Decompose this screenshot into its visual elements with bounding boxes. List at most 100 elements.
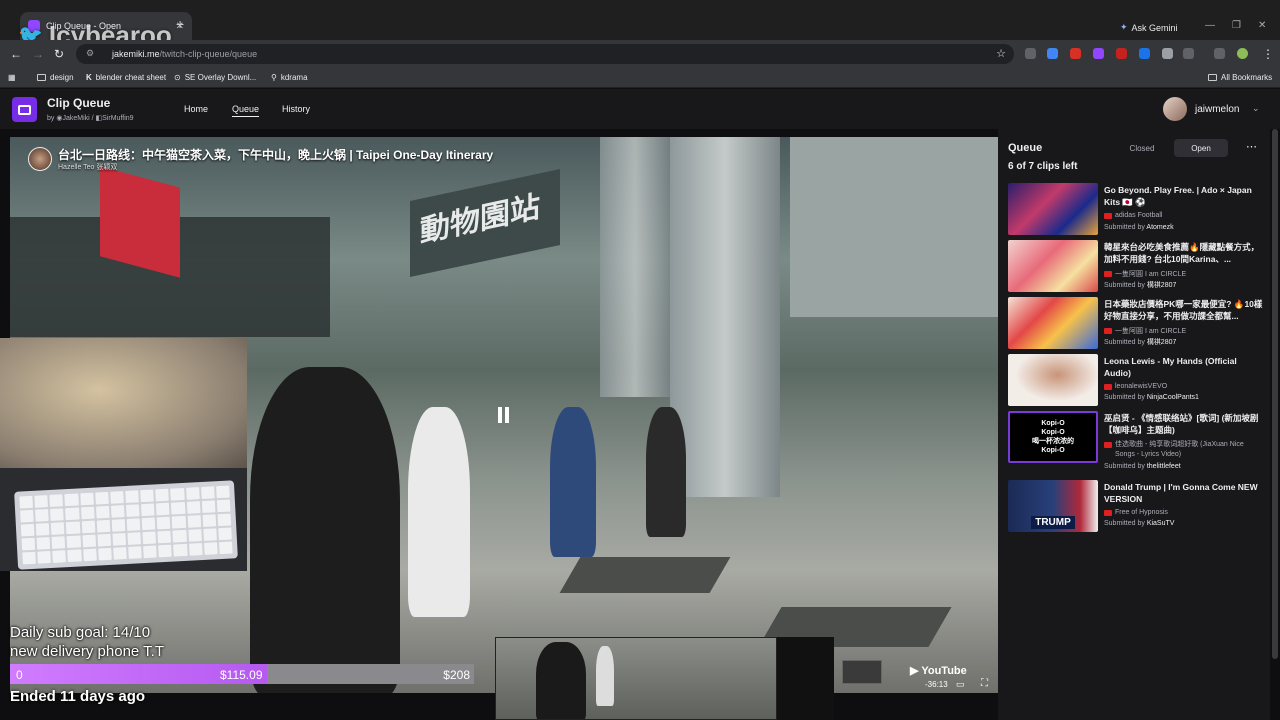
youtube-icon <box>1104 271 1112 277</box>
extensions-puzzle-icon[interactable] <box>1183 48 1194 59</box>
nav-home[interactable]: Home <box>184 104 208 114</box>
nav-queue[interactable]: Queue <box>232 104 260 117</box>
fullscreen-icon[interactable]: ⛶ <box>981 678 988 689</box>
pause-icon[interactable] <box>498 407 509 423</box>
user-avatar[interactable] <box>1163 97 1187 121</box>
sub-goal-line: new delivery phone T.T <box>10 643 164 660</box>
youtube-play-icon: ▶ <box>910 665 919 677</box>
clip-channel-name: 一隻阿圓 I am CIRCLE <box>1115 271 1187 278</box>
minimize-icon[interactable]: — <box>1205 20 1215 31</box>
queue-clip[interactable]: 日本藥妝店價格PK哪一家最便宜? 🔥10樣好物直接分享，不用做功課全都幫... … <box>1008 297 1268 351</box>
extension-icon[interactable] <box>1070 48 1081 59</box>
author-link[interactable]: SirMuffin9 <box>102 115 133 122</box>
page-scrollbar[interactable] <box>1270 129 1280 720</box>
queue-clip[interactable]: 韓星來台必吃美食推薦🔥隱藏點餐方式，加料不用錢? 台北10間Karina、...… <box>1008 240 1268 294</box>
folder-icon <box>37 74 46 81</box>
reload-icon[interactable]: ↻ <box>54 47 64 61</box>
channel-avatar[interactable] <box>28 147 52 171</box>
extension-icon[interactable] <box>1116 48 1127 59</box>
clip-thumbnail <box>1008 297 1098 349</box>
goal-progress-bar: 0 $115.09 $208 <box>10 664 474 684</box>
extension-icon[interactable] <box>1162 48 1173 59</box>
clip-channel-name: leonalewisVEVO <box>1115 383 1168 390</box>
author-link[interactable]: JakeMiki <box>62 115 89 122</box>
bookmark-label: design <box>50 73 74 82</box>
clip-submitter: Submitted by 構祺2807 <box>1104 337 1176 347</box>
bookmark-se-overlay[interactable]: ⊙ SE Overlay Downl... <box>174 73 256 82</box>
clip-submitter: Submitted by KiaSuTV <box>1104 520 1174 527</box>
clip-title: 日本藥妝店價格PK哪一家最便宜? 🔥10樣好物直接分享，不用做功課全都幫... <box>1104 299 1263 321</box>
new-tab-icon[interactable]: + <box>176 16 184 32</box>
clip-title: Donald Trump | I'm Gonna Come NEW VERSIO… <box>1104 482 1258 504</box>
bookmark-design[interactable]: design <box>37 73 74 82</box>
browser-menu-icon[interactable]: ⋮ <box>1262 47 1274 61</box>
tv-icon <box>18 104 31 115</box>
gemini-sparkle-icon: ✦ <box>1120 22 1128 32</box>
thumb-text: 喝一杯浓浓的 <box>1032 438 1074 445</box>
close-window-icon[interactable]: ✕ <box>1258 20 1266 31</box>
video-title[interactable]: 台北一日路线：中午猫空茶入菜，下午中山，晚上火锅 | Taipei One-Da… <box>58 146 493 163</box>
queue-clip[interactable]: TRUMP Donald Trump | I'm Gonna Come NEW … <box>1008 480 1268 534</box>
queue-open-button[interactable]: Open <box>1174 139 1228 157</box>
miniplayer-icon[interactable]: ▭ <box>956 679 965 690</box>
clip-queue-logo[interactable] <box>12 97 37 122</box>
youtube-icon <box>1104 328 1112 334</box>
all-bookmarks[interactable]: All Bookmarks <box>1208 73 1272 82</box>
mute-icon[interactable] <box>1025 48 1036 59</box>
app-title: Clip Queue <box>47 96 111 110</box>
submitter-name: 構祺2807 <box>1146 282 1177 289</box>
station-pillar <box>600 137 670 397</box>
site-info-icon[interactable]: ⚙ <box>86 48 94 59</box>
submitted-prefix: Submitted by <box>1104 463 1145 470</box>
chevron-down-icon[interactable]: ⌄ <box>1252 103 1260 114</box>
queue-clip[interactable]: Kopi-O Kopi-O 喝一杯浓浓的 Kopi-O 巫启贤 - 《情感联络站… <box>1008 411 1268 475</box>
restore-icon[interactable]: ❐ <box>1232 20 1241 31</box>
submitted-prefix: Submitted by <box>1104 394 1145 401</box>
k-icon: K <box>86 73 92 82</box>
thumb-text: Kopi-O <box>1041 420 1065 427</box>
twitch-extension-icon[interactable] <box>1093 48 1104 59</box>
clip-title: 韓星來台必吃美食推薦🔥隱藏點餐方式，加料不用錢? 台北10間Karina、... <box>1104 242 1260 264</box>
queue-clip[interactable]: Leona Lewis - My Hands (Official Audio) … <box>1008 354 1268 408</box>
url-bar[interactable]: ⚙ jakemiki.me/twitch-clip-queue/queue ☆ <box>76 44 1014 64</box>
apps-grid-icon[interactable]: ▦ <box>8 73 16 82</box>
bookmark-blender[interactable]: Kblender cheat sheet <box>86 73 166 82</box>
bookmark-star-icon[interactable]: ☆ <box>996 47 1006 60</box>
clip-thumbnail: Kopi-O Kopi-O 喝一杯浓浓的 Kopi-O <box>1008 411 1098 463</box>
pip-preview-small <box>777 637 834 720</box>
video-channel[interactable]: Hazelle Teo 张颖双 <box>58 162 117 172</box>
by-label: by <box>47 115 55 122</box>
queue-closed-button[interactable]: Closed <box>1112 139 1172 157</box>
profile-icon[interactable] <box>1237 48 1248 59</box>
ask-gemini-button[interactable]: ✦ Ask Gemini <box>1120 22 1178 33</box>
submitter-name: NinjaCoolPants1 <box>1146 394 1199 401</box>
clip-thumbnail <box>1008 240 1098 292</box>
scrollbar-thumb[interactable] <box>1272 129 1278 659</box>
forward-icon[interactable]: → <box>32 47 44 61</box>
queue-title: Queue <box>1008 142 1043 154</box>
person-silhouette <box>250 367 400 693</box>
thumb-text: Kopi-O <box>1041 447 1065 454</box>
clip-channel-name: adidas Football <box>1115 212 1163 219</box>
extension-icon[interactable] <box>1139 48 1150 59</box>
extension-icon[interactable] <box>1047 48 1058 59</box>
queue-clip[interactable]: Go Beyond. Play Free. | Ado × Japan Kits… <box>1008 183 1268 237</box>
nav-history[interactable]: History <box>282 104 310 114</box>
username[interactable]: jaiwmelon <box>1195 104 1239 115</box>
submitted-prefix: Submitted by <box>1104 520 1145 527</box>
clip-submitter: Submitted by 構祺2807 <box>1104 280 1176 290</box>
back-icon[interactable]: ← <box>10 47 22 61</box>
clip-title: Leona Lewis - My Hands (Official Audio) <box>1104 356 1237 378</box>
thumbnail-preview[interactable] <box>842 660 882 684</box>
youtube-logo[interactable]: ▶ YouTube <box>910 664 967 677</box>
goal-max: $208 <box>443 668 470 682</box>
station-wall <box>790 137 998 317</box>
clip-channel: 一隻阿圓 I am CIRCLE <box>1104 326 1186 336</box>
bookmark-label: kdrama <box>280 73 308 82</box>
clip-thumbnail: TRUMP <box>1008 480 1098 532</box>
tab-search-icon[interactable] <box>1214 48 1225 59</box>
bookmark-kdrama[interactable]: ⚲ kdrama <box>271 73 308 82</box>
more-options-icon[interactable]: ⋯ <box>1246 140 1257 153</box>
stream-ended-text: Ended 11 days ago <box>10 688 146 705</box>
person-silhouette <box>536 642 586 719</box>
